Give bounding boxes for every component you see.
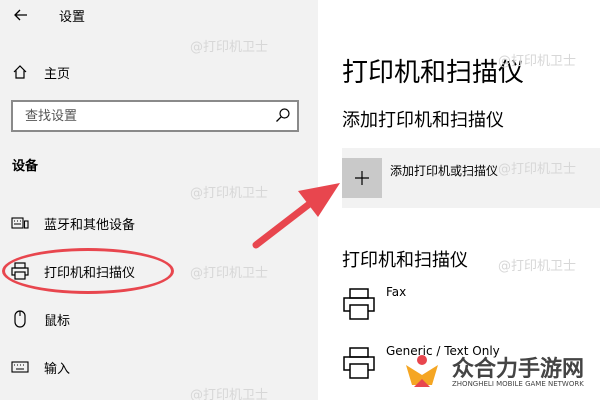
brand-subtitle: ZHONGHELI MOBILE GAME NETWORK <box>452 380 584 388</box>
watermark-text: @打印机卫士 <box>498 259 577 274</box>
printer-item-fax[interactable]: Fax <box>342 285 600 329</box>
search-input[interactable] <box>13 102 273 130</box>
back-button[interactable] <box>10 4 32 26</box>
printer-icon <box>343 288 375 320</box>
printer-icon <box>343 347 375 379</box>
add-printer-label: 添加打印机或扫描仪 <box>390 164 499 178</box>
brand-logo-icon <box>406 355 438 387</box>
keyboard-icon <box>11 214 29 232</box>
keyboard-icon <box>11 358 29 376</box>
sidebar-item-label: 主页 <box>44 66 71 82</box>
printer-name: Fax <box>386 285 407 299</box>
settings-sidebar: 设置 主页 设备 蓝牙和其他设备 <box>0 0 318 400</box>
sidebar-item-label: 蓝牙和其他设备 <box>44 217 136 233</box>
brand-name: 众合力手游网 <box>452 357 585 382</box>
sidebar-item-mouse[interactable]: 鼠标 <box>0 301 318 337</box>
sidebar-item-label: 输入 <box>44 361 71 377</box>
back-arrow-icon <box>14 9 27 21</box>
add-printer-button[interactable]: 添加打印机或扫描仪 <box>342 148 600 208</box>
sidebar-item-bluetooth[interactable]: 蓝牙和其他设备 <box>0 205 318 241</box>
sidebar-item-typing[interactable]: 输入 <box>0 349 318 385</box>
home-icon <box>11 63 29 81</box>
watermark-text: @打印机卫士 <box>190 40 269 55</box>
page-title: 打印机和扫描仪 <box>342 58 525 88</box>
watermark-text: @打印机卫士 <box>190 186 269 201</box>
section-heading-devices: 设备 <box>12 159 39 174</box>
watermark-text: @打印机卫士 <box>190 388 269 400</box>
title-bar: 设置 <box>0 0 318 32</box>
brand-watermark: 众合力手游网 ZHONGHELI MOBILE GAME NETWORK <box>400 345 600 400</box>
sidebar-item-label: 鼠标 <box>44 313 71 329</box>
mouse-icon <box>11 310 29 328</box>
add-tile <box>342 158 382 198</box>
add-printers-heading: 添加打印机和扫描仪 <box>342 110 504 131</box>
red-highlight-circle <box>2 248 174 294</box>
sidebar-item-home[interactable]: 主页 <box>0 54 318 90</box>
printers-list-heading: 打印机和扫描仪 <box>342 250 468 271</box>
search-icon[interactable] <box>275 107 291 123</box>
printers-scanners-page: 打印机和扫描仪 添加打印机和扫描仪 添加打印机或扫描仪 打印机和扫描仪 Fax … <box>318 0 600 400</box>
search-box[interactable] <box>11 100 299 132</box>
window-title: 设置 <box>59 10 86 25</box>
plus-icon <box>355 171 369 185</box>
